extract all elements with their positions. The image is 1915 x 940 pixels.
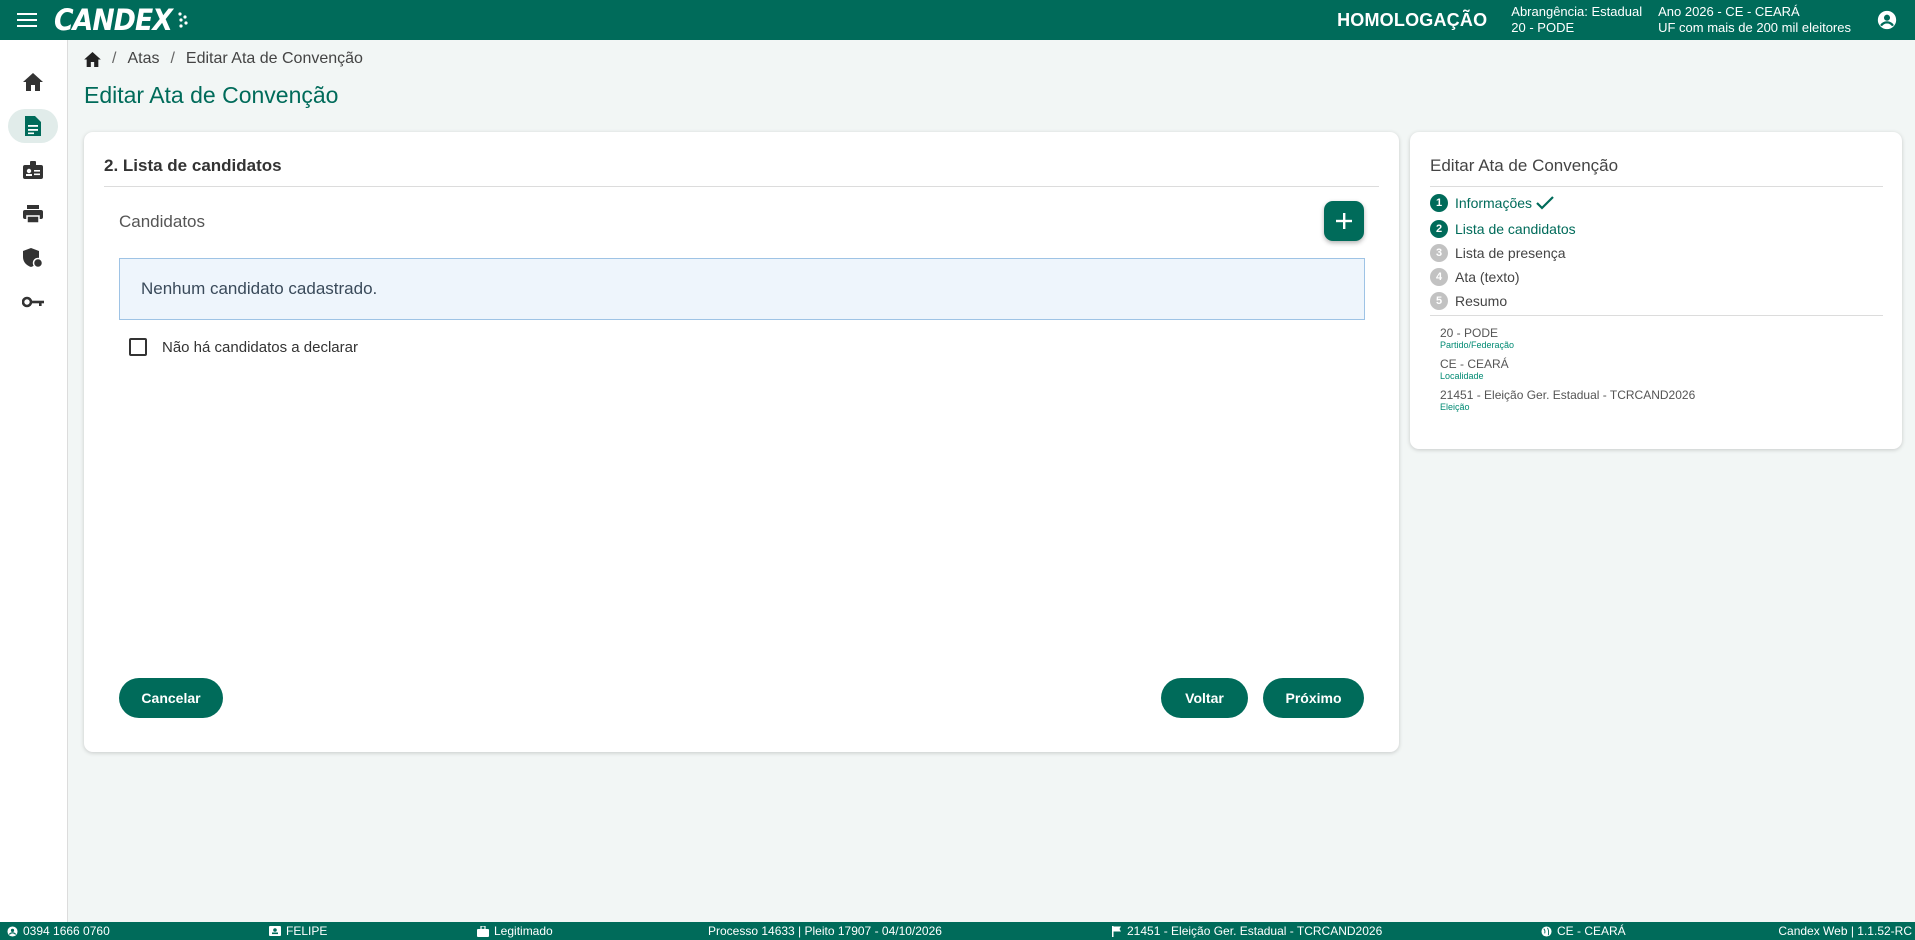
footer-version: Candex Web | 1.1.52-RC <box>1778 922 1912 940</box>
footer-process: Processo 14633 | Pleito 17907 - 04/10/20… <box>708 922 942 940</box>
logo-sparkle-icon <box>178 12 188 28</box>
step-resumo[interactable]: 5 Resumo <box>1430 292 1507 310</box>
footer-user-id: 0394 1666 0760 <box>7 922 110 940</box>
home-icon <box>84 51 101 67</box>
plus-icon <box>1336 213 1352 229</box>
next-button[interactable]: Próximo <box>1263 678 1364 718</box>
account-circle-icon <box>1877 10 1897 30</box>
footer-user-id-text: 0394 1666 0760 <box>23 924 110 938</box>
main-card: 2. Lista de candidatos Candidatos Nenhum… <box>84 132 1399 752</box>
key-icon <box>22 296 44 308</box>
step-number: 4 <box>1430 268 1448 286</box>
party-label: Partido/Federação <box>1440 340 1515 350</box>
step-informacoes[interactable]: 1 Informações <box>1430 194 1554 212</box>
no-candidates-option[interactable]: Não há candidatos a declarar <box>129 338 358 356</box>
election-value: 21451 - Eleição Ger. Estadual - TCRCAND2… <box>1440 388 1696 402</box>
footer-location-text: CE - CEARÁ <box>1557 924 1626 938</box>
location-value: CE - CEARÁ <box>1440 357 1509 371</box>
cancel-button[interactable]: Cancelar <box>119 678 223 718</box>
scope-info: Abrangência: Estadual 20 - PODE <box>1511 4 1642 36</box>
footer-location: CE - CEARÁ <box>1541 922 1626 940</box>
footer-user-name: FELIPE <box>269 922 327 940</box>
flag-icon <box>1112 925 1121 937</box>
info-location: CE - CEARÁ Localidade <box>1440 357 1509 381</box>
contact-card-icon <box>269 926 281 936</box>
shield-user-icon <box>23 248 43 268</box>
page-title: Editar Ata de Convenção <box>84 82 339 108</box>
environment-label: HOMOLOGAÇÃO <box>1337 9 1488 30</box>
info-party: 20 - PODE Partido/Federação <box>1440 326 1514 350</box>
account-circle-icon <box>7 925 18 937</box>
location-label: Localidade <box>1440 371 1484 381</box>
app-logo-text: CANDEX <box>54 3 173 37</box>
document-icon <box>25 116 41 136</box>
step-label: Ata (texto) <box>1455 269 1520 285</box>
step-number: 3 <box>1430 244 1448 262</box>
step-number: 1 <box>1430 194 1448 212</box>
step-label: Informações <box>1455 195 1533 211</box>
no-candidates-label: Não há candidatos a declarar <box>162 338 358 356</box>
badge-icon <box>23 161 43 179</box>
add-candidate-button[interactable] <box>1324 201 1364 241</box>
footer-role-text: Legitimado <box>494 924 553 938</box>
empty-candidates-message: Nenhum candidato cadastrado. <box>141 279 378 298</box>
scope-line-1: Abrangência: Estadual <box>1511 4 1643 19</box>
sidebar <box>0 40 68 922</box>
section-divider <box>104 186 1379 187</box>
step-lista-candidatos[interactable]: 2 Lista de candidatos <box>1430 220 1576 238</box>
step-number: 2 <box>1430 220 1448 238</box>
footer-version-text: Candex Web | 1.1.52-RC <box>1778 924 1912 938</box>
progress-title: Editar Ata de Convenção <box>1430 156 1619 175</box>
user-account-button[interactable] <box>1867 0 1907 40</box>
top-bar: CANDEX HOMOLOGAÇÃO Abrangência: Estadual… <box>0 0 1915 40</box>
step-ata-texto[interactable]: 4 Ata (texto) <box>1430 268 1520 286</box>
info-divider <box>1430 315 1883 316</box>
step-label: Lista de candidatos <box>1455 221 1576 237</box>
sidebar-item-access[interactable] <box>8 285 58 319</box>
sidebar-item-home[interactable] <box>8 65 58 99</box>
briefcase-icon <box>477 925 489 937</box>
step-label: Resumo <box>1455 293 1508 309</box>
progress-divider <box>1430 186 1883 187</box>
step-number: 5 <box>1430 292 1448 310</box>
year-info: Ano 2026 - CE - CEARÁ UF com mais de 200… <box>1658 4 1851 36</box>
back-button[interactable]: Voltar <box>1161 678 1248 718</box>
step-lista-presenca[interactable]: 3 Lista de presença <box>1430 244 1566 262</box>
sidebar-item-security[interactable] <box>8 241 58 275</box>
step-label: Lista de presença <box>1455 245 1566 261</box>
info-election: 21451 - Eleição Ger. Estadual - TCRCAND2… <box>1440 388 1695 412</box>
globe-icon <box>1541 925 1552 937</box>
footer-election: 21451 - Eleição Ger. Estadual - TCRCAND2… <box>1112 922 1382 940</box>
sidebar-item-candidates[interactable] <box>8 153 58 187</box>
party-value: 20 - PODE <box>1440 326 1499 340</box>
app-logo[interactable]: CANDEX <box>54 3 190 37</box>
footer-role: Legitimado <box>477 922 553 940</box>
no-candidates-checkbox[interactable] <box>129 338 147 356</box>
breadcrumb: / Atas / Editar Ata de Convenção <box>84 48 363 70</box>
breadcrumb-current: Editar Ata de Convenção <box>185 50 363 67</box>
printer-icon <box>23 205 43 223</box>
breadcrumb-home[interactable] <box>84 51 101 67</box>
footer-process-text: Processo 14633 | Pleito 17907 - 04/10/20… <box>708 924 942 938</box>
progress-card: Editar Ata de Convenção 1 Informações 2 … <box>1410 132 1902 449</box>
breadcrumb-atas[interactable]: Atas <box>127 50 159 68</box>
election-label: Eleição <box>1440 402 1470 412</box>
check-icon <box>1536 196 1554 210</box>
empty-candidates-alert: Nenhum candidato cadastrado. <box>119 258 1365 320</box>
sidebar-item-print[interactable] <box>8 197 58 231</box>
footer-election-text: 21451 - Eleição Ger. Estadual - TCRCAND2… <box>1127 924 1383 938</box>
footer-user-name-text: FELIPE <box>286 924 328 938</box>
scope-line-2: 20 - PODE <box>1511 20 1575 35</box>
home-icon <box>23 73 43 91</box>
year-line-2: UF com mais de 200 mil eleitores <box>1658 20 1851 35</box>
sidebar-item-documents[interactable] <box>8 109 58 143</box>
section-title: 2. Lista de candidatos <box>104 156 282 175</box>
menu-button[interactable] <box>0 0 54 40</box>
status-bar: 0394 1666 0760 FELIPE Legitimado Process… <box>0 922 1915 940</box>
candidates-title: Candidatos <box>119 212 206 231</box>
hamburger-icon <box>17 13 37 27</box>
year-line-1: Ano 2026 - CE - CEARÁ <box>1658 4 1800 19</box>
